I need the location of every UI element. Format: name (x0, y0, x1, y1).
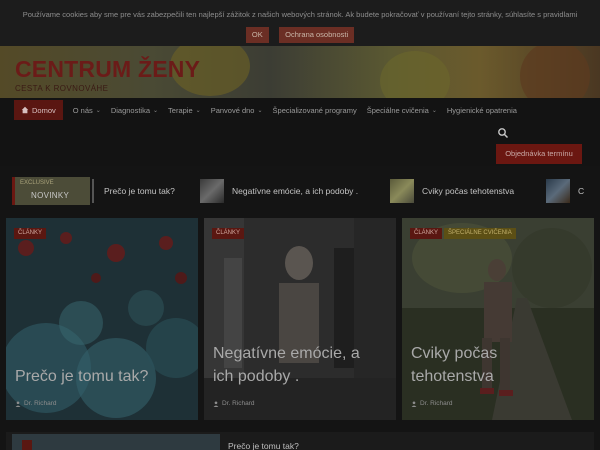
ticker-thumbnail (390, 179, 414, 203)
ticker-badge: EXCLUSIVE NOVINKY (12, 177, 90, 205)
site-tagline: CESTA K ROVNOVÁHE (15, 84, 109, 93)
ticker-item-title: Negatívne emócie, a ich podoby . (232, 186, 359, 196)
site-header: CENTRUM ŽENY CESTA K ROVNOVÁHE (0, 46, 600, 98)
ticker-item-title: Cviky počas tehotenstva (422, 186, 515, 196)
chevron-down-icon: ⌄ (153, 107, 159, 114)
card-image-woman-crowd (204, 218, 396, 420)
order-appointment-button[interactable]: Objednávka termínu (496, 144, 582, 164)
article-thumbnail[interactable] (12, 434, 220, 450)
nav-item-home[interactable]: Domov (14, 100, 63, 120)
home-icon (21, 106, 29, 114)
card-image-bacteria (6, 218, 198, 420)
ticker-item[interactable]: Negatívne emócie, a ich podoby . (200, 177, 358, 205)
card-author[interactable]: Dr. Richard (213, 400, 255, 407)
card-title-line: Negatívne emócie, a (213, 345, 360, 362)
article-card[interactable]: ČLÁNKY ŠPECIÁLNE CVIČENIA Cviky počas te… (402, 218, 594, 420)
chevron-down-icon: ⌄ (95, 107, 101, 114)
chevron-down-icon: ⌄ (431, 107, 437, 114)
card-badges: ČLÁNKY ŠPECIÁLNE CVIČENIA (410, 228, 518, 239)
card-author[interactable]: Dr. Richard (15, 400, 57, 407)
ticker-item[interactable]: Cviky počas tehotenstva (390, 177, 514, 205)
nav-item-label: Terapie (168, 105, 193, 115)
category-badge[interactable]: ŠPECIÁLNE CVIČENIA (444, 228, 516, 239)
category-badge[interactable]: ČLÁNKY (410, 228, 443, 239)
article-title[interactable]: Prečo je tomu tak? (228, 441, 299, 450)
card-title[interactable]: Prečo je tomu tak? (15, 365, 148, 388)
card-author-name: Dr. Richard (420, 400, 453, 407)
category-badge[interactable]: ČLÁNKY (212, 228, 245, 239)
nav-item-label: Hygienické opatrenia (446, 105, 517, 115)
card-author-name: Dr. Richard (24, 400, 57, 407)
cookie-policy-button[interactable]: Ochrana osobnosti (279, 27, 355, 43)
nav-menu: Domov O nás ⌄ Diagnostika ⌄ Terapie ⌄ Panvo… (14, 100, 527, 120)
cookie-text: Používame cookies aby sme pre vás zabezp… (22, 10, 578, 19)
site-title[interactable]: CENTRUM ŽENY (15, 56, 200, 83)
ticker-item[interactable]: C (546, 177, 584, 205)
nav-item-label: Diagnostika (110, 105, 151, 115)
cookie-ok-button[interactable]: OK (245, 27, 269, 43)
ticker-item-title: Prečo je tomu tak? (104, 186, 175, 196)
category-badge[interactable] (22, 440, 32, 450)
chevron-down-icon: ⌄ (257, 107, 263, 114)
ticker-badge-main: NOVINKY (31, 191, 70, 200)
article-card[interactable]: ČLÁNKY Prečo je tomu tak? Dr. Richard (6, 218, 198, 420)
nav-item-label: O nás (72, 105, 93, 115)
nav-item-specializovane-programy[interactable]: Špecializované programy (273, 106, 357, 115)
article-card[interactable]: ČLÁNKY Negatívne emócie, a ich podoby . … (204, 218, 396, 420)
card-title[interactable]: Negatívne emócie, a ich podoby . (213, 342, 360, 388)
ticker-thumbnail (200, 179, 224, 203)
card-author[interactable]: Dr. Richard (411, 400, 453, 407)
user-icon (213, 400, 219, 407)
nav-item-label: Špecializované programy (272, 105, 357, 115)
user-icon (15, 400, 21, 407)
cookie-buttons: OK Ochrana osobnosti (0, 24, 600, 43)
nav-item-panvove-dno[interactable]: Panvové dno ⌄ (211, 106, 263, 115)
banner-flower-decoration (380, 51, 450, 98)
nav-item-diagnostika[interactable]: Diagnostika ⌄ (111, 106, 158, 115)
ticker-badge-small: EXCLUSIVE (20, 180, 54, 186)
nav-home-label: Domov (32, 105, 56, 115)
chevron-down-icon: ⌄ (195, 107, 201, 114)
card-badges: ČLÁNKY (212, 228, 246, 239)
card-title-line: ich podoby . (213, 368, 300, 385)
card-title[interactable]: Cviky počas tehotenstva (411, 342, 497, 388)
ticker-thumbnail (92, 179, 94, 203)
ticker-item[interactable]: Prečo je tomu tak? (92, 177, 175, 205)
card-author-name: Dr. Richard (222, 400, 255, 407)
ticker-thumbnail (546, 179, 570, 203)
nav-item-label: Panvové dno (210, 105, 255, 115)
nav-item-terapie[interactable]: Terapie ⌄ (168, 106, 201, 115)
user-icon (411, 400, 417, 407)
card-title-line: tehotenstva (411, 368, 494, 385)
ticker-item-title: C (578, 186, 585, 196)
card-badges: ČLÁNKY (14, 228, 48, 239)
banner-hair-decoration (520, 46, 590, 98)
card-title-line: Prečo je tomu tak? (15, 368, 149, 385)
nav-item-specialne-cvicenia[interactable]: Špeciálne cvičenia ⌄ (367, 106, 437, 115)
news-ticker: EXCLUSIVE NOVINKY Prečo je tomu tak? Neg… (0, 172, 600, 212)
article-list-preview: Prečo je tomu tak? (6, 432, 594, 450)
nav-item-label: Špeciálne cvičenia (366, 105, 429, 115)
nav-item-hygienicke-opatrenia[interactable]: Hygienické opatrenia (447, 106, 517, 115)
search-icon[interactable] (497, 127, 509, 139)
nav-item-o-nas[interactable]: O nás ⌄ (73, 106, 101, 115)
category-badge[interactable]: ČLÁNKY (14, 228, 47, 239)
page: Používame cookies aby sme pre vás zabezp… (0, 0, 600, 450)
card-title-line: Cviky počas (411, 345, 498, 362)
cookie-bar: Používame cookies aby sme pre vás zabezp… (0, 0, 600, 46)
card-image-pregnant-woman (402, 218, 594, 420)
